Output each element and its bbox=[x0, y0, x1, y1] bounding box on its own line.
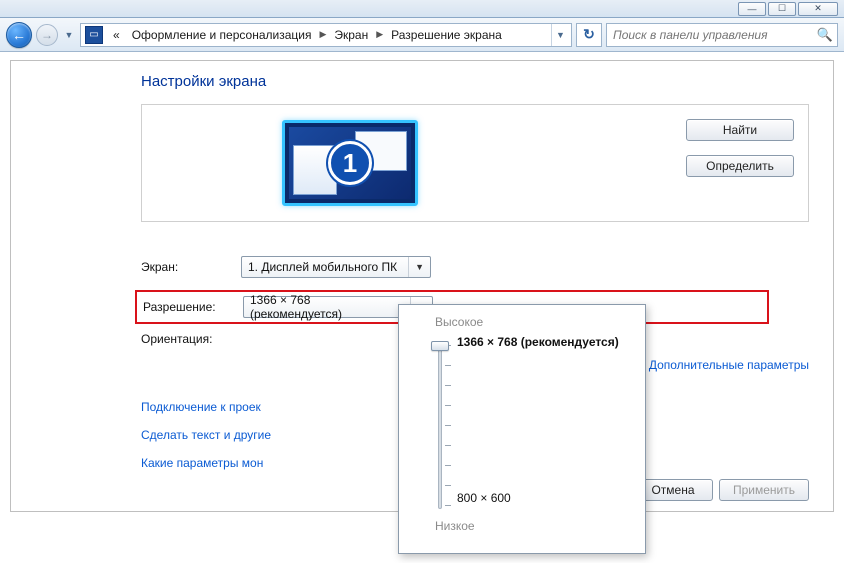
search-icon[interactable]: 🔍 bbox=[817, 27, 833, 43]
breadcrumb-chevrons[interactable]: « bbox=[107, 28, 126, 42]
address-dropdown[interactable]: ▼ bbox=[551, 24, 569, 46]
page-title: Настройки экрана bbox=[141, 73, 809, 90]
chevron-right-icon: ▶ bbox=[317, 29, 328, 40]
display-label: Экран: bbox=[141, 260, 241, 274]
projector-link[interactable]: Подключение к проек bbox=[141, 400, 261, 414]
maximize-button[interactable]: ☐ bbox=[768, 2, 796, 16]
breadcrumb-seg-display[interactable]: Экран bbox=[328, 28, 374, 42]
slider-label-low: Низкое bbox=[435, 519, 475, 533]
display-row: Экран: 1. Дисплей мобильного ПК ▼ bbox=[141, 256, 809, 278]
breadcrumb-seg-resolution[interactable]: Разрешение экрана bbox=[385, 28, 508, 42]
resolution-slider-popup: Высокое 1366 × 768 (рекомендуется) 800 ×… bbox=[398, 304, 646, 554]
slider-label-high: Высокое bbox=[435, 315, 631, 329]
slider-option-min[interactable]: 800 × 600 bbox=[457, 491, 511, 505]
resolution-slider[interactable] bbox=[429, 345, 451, 509]
refresh-icon: ↻ bbox=[583, 26, 595, 43]
control-panel-icon: ▭ bbox=[85, 26, 103, 44]
apply-button[interactable]: Применить bbox=[719, 479, 809, 501]
display-select[interactable]: 1. Дисплей мобильного ПК ▼ bbox=[241, 256, 431, 278]
breadcrumb-seg-appearance[interactable]: Оформление и персонализация bbox=[126, 28, 318, 42]
chevron-right-icon: ▶ bbox=[374, 29, 385, 40]
slider-thumb[interactable] bbox=[431, 341, 449, 351]
minimize-button[interactable]: — bbox=[738, 2, 766, 16]
close-icon: ✕ bbox=[814, 3, 822, 14]
resolution-label: Разрешение: bbox=[137, 300, 243, 314]
chevron-down-icon: ▼ bbox=[65, 30, 74, 40]
close-button[interactable]: ✕ bbox=[798, 2, 838, 16]
chevron-down-icon: ▼ bbox=[408, 257, 424, 277]
forward-button[interactable]: → bbox=[36, 24, 58, 46]
maximize-icon: ☐ bbox=[778, 3, 786, 14]
advanced-settings-link[interactable]: Дополнительные параметры bbox=[649, 358, 809, 372]
window-titlebar: — ☐ ✕ bbox=[0, 0, 844, 18]
minimize-icon: — bbox=[748, 4, 757, 14]
identify-button[interactable]: Определить bbox=[686, 155, 794, 177]
monitor-preview[interactable]: 1 bbox=[282, 120, 418, 206]
slider-track bbox=[438, 345, 442, 509]
explorer-navbar: ← → ▼ ▭ « Оформление и персонализация ▶ … bbox=[0, 18, 844, 52]
breadcrumb[interactable]: ▭ « Оформление и персонализация ▶ Экран … bbox=[80, 23, 572, 47]
refresh-button[interactable]: ↻ bbox=[576, 23, 602, 47]
back-button[interactable]: ← bbox=[6, 22, 32, 48]
arrow-right-icon: → bbox=[41, 28, 53, 42]
arrow-left-icon: ← bbox=[12, 27, 26, 43]
search-input[interactable] bbox=[611, 27, 817, 43]
search-box[interactable]: 🔍 bbox=[606, 23, 838, 47]
resolution-select-value: 1366 × 768 (рекомендуется) bbox=[250, 293, 400, 321]
slider-option-recommended[interactable]: 1366 × 768 (рекомендуется) bbox=[457, 335, 631, 349]
detect-button[interactable]: Найти bbox=[686, 119, 794, 141]
orientation-label: Ориентация: bbox=[141, 332, 241, 346]
display-select-value: 1. Дисплей мобильного ПК bbox=[248, 260, 397, 274]
monitor-preview-section: 1 Найти Определить bbox=[141, 104, 809, 222]
history-dropdown[interactable]: ▼ bbox=[62, 24, 76, 46]
monitor-number-badge: 1 bbox=[328, 141, 372, 185]
